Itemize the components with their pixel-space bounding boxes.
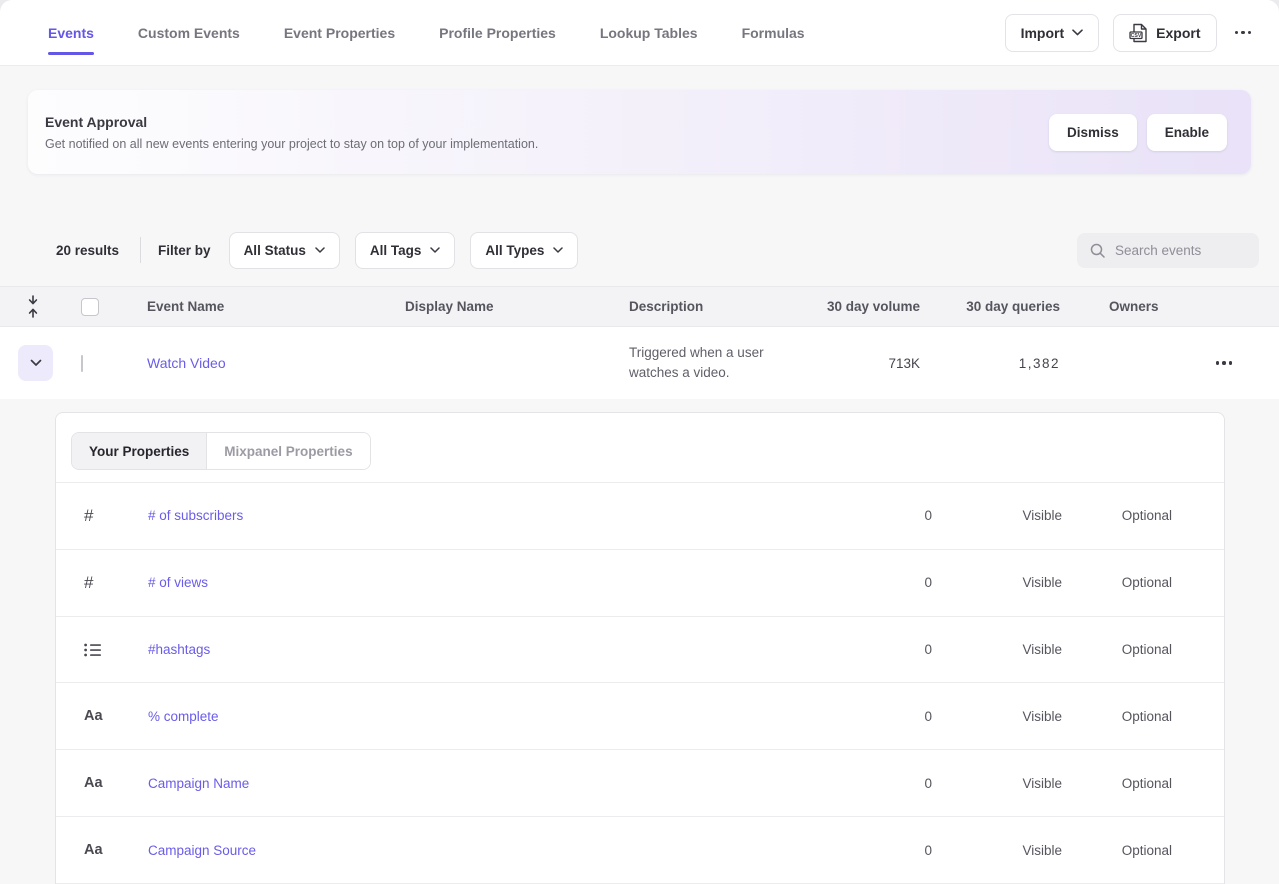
property-value: 0 <box>812 776 932 791</box>
enable-button[interactable]: Enable <box>1147 114 1227 151</box>
row-more-options-icon[interactable] <box>1212 357 1237 369</box>
export-button-label: Export <box>1156 25 1200 41</box>
select-all-checkbox[interactable] <box>81 298 99 316</box>
property-value: 0 <box>812 642 932 657</box>
property-row: Aa Campaign Source 0 Visible Optional <box>56 817 1224 884</box>
tags-filter-dropdown[interactable]: All Tags <box>355 232 456 269</box>
property-row: #hashtags 0 Visible Optional <box>56 617 1224 684</box>
property-name-link[interactable]: # of views <box>148 575 208 590</box>
chevron-down-icon <box>315 247 325 253</box>
properties-tabs-area: Your Properties Mixpanel Properties <box>56 413 1224 483</box>
status-filter-dropdown[interactable]: All Status <box>229 232 340 269</box>
search-events-box[interactable] <box>1077 233 1259 268</box>
topbar-actions: Import CSV Export <box>1005 14 1255 52</box>
tab-custom-events[interactable]: Custom Events <box>138 0 240 66</box>
property-requirement: Optional <box>1062 709 1172 724</box>
status-filter-value: All Status <box>244 243 306 258</box>
filter-toolbar: 20 results Filter by All Status All Tags… <box>56 231 1259 269</box>
chevron-down-icon <box>553 247 563 253</box>
event-name-link[interactable]: Watch Video <box>147 355 226 371</box>
divider <box>140 237 141 263</box>
import-button[interactable]: Import <box>1005 14 1100 52</box>
event-approval-banner: Event Approval Get notified on all new e… <box>28 90 1251 174</box>
column-header-event-name: Event Name <box>147 299 405 314</box>
property-visibility: Visible <box>932 776 1062 791</box>
csv-file-icon: CSV <box>1129 23 1148 43</box>
column-header-description: Description <box>629 299 821 314</box>
types-filter-value: All Types <box>485 243 544 258</box>
event-volume: 713K <box>821 356 920 371</box>
tab-your-properties[interactable]: Your Properties <box>72 433 207 469</box>
property-value: 0 <box>812 843 932 858</box>
results-count: 20 results <box>56 243 119 258</box>
chevron-down-icon <box>430 247 440 253</box>
row-checkbox[interactable] <box>81 355 83 372</box>
text-type-icon: Aa <box>84 708 148 724</box>
property-row: # # of views 0 Visible Optional <box>56 550 1224 617</box>
banner-title: Event Approval <box>45 114 1049 130</box>
property-name-link[interactable]: Campaign Name <box>148 776 249 791</box>
top-navigation-bar: Events Custom Events Event Properties Pr… <box>0 0 1279 66</box>
column-header-display-name: Display Name <box>405 299 629 314</box>
property-requirement: Optional <box>1062 575 1172 590</box>
tab-mixpanel-properties[interactable]: Mixpanel Properties <box>207 433 369 469</box>
property-visibility: Visible <box>932 843 1062 858</box>
properties-segmented-control: Your Properties Mixpanel Properties <box>71 432 371 470</box>
banner-text: Event Approval Get notified on all new e… <box>45 114 1049 151</box>
events-table-header: Event Name Display Name Description 30 d… <box>0 286 1279 327</box>
event-queries: 1,382 <box>920 356 1060 371</box>
svg-text:CSV: CSV <box>1131 33 1142 39</box>
number-type-icon: # <box>84 573 148 593</box>
property-name-link[interactable]: Campaign Source <box>148 843 256 858</box>
property-value: 0 <box>812 709 932 724</box>
property-visibility: Visible <box>932 575 1062 590</box>
property-name-link[interactable]: # of subscribers <box>148 508 243 523</box>
collapse-row-button[interactable] <box>18 345 53 381</box>
text-type-icon: Aa <box>84 842 148 858</box>
dismiss-button[interactable]: Dismiss <box>1049 114 1137 151</box>
tab-profile-properties[interactable]: Profile Properties <box>439 0 556 66</box>
chevron-down-icon <box>1072 29 1083 36</box>
event-row-watch-video: Watch Video Triggered when a user watche… <box>0 327 1279 399</box>
property-requirement: Optional <box>1062 776 1172 791</box>
property-row: Aa % complete 0 Visible Optional <box>56 683 1224 750</box>
tab-formulas[interactable]: Formulas <box>742 0 805 66</box>
list-type-icon <box>84 643 148 657</box>
property-visibility: Visible <box>932 642 1062 657</box>
event-properties-panel: Your Properties Mixpanel Properties # # … <box>55 412 1225 884</box>
tab-event-properties[interactable]: Event Properties <box>284 0 395 66</box>
column-header-volume: 30 day volume <box>821 299 920 314</box>
filter-by-label: Filter by <box>158 243 211 258</box>
tab-lookup-tables[interactable]: Lookup Tables <box>600 0 698 66</box>
property-row: Aa Campaign Name 0 Visible Optional <box>56 750 1224 817</box>
property-requirement: Optional <box>1062 642 1172 657</box>
column-header-owners: Owners <box>1060 299 1180 314</box>
collapse-all-icon[interactable] <box>0 295 66 318</box>
property-visibility: Visible <box>932 709 1062 724</box>
types-filter-dropdown[interactable]: All Types <box>470 232 578 269</box>
banner-description: Get notified on all new events entering … <box>45 137 1049 151</box>
number-type-icon: # <box>84 506 148 526</box>
search-input[interactable] <box>1115 243 1247 258</box>
property-value: 0 <box>812 508 932 523</box>
property-name-link[interactable]: % complete <box>148 709 219 724</box>
tab-events[interactable]: Events <box>48 0 94 66</box>
property-name-link[interactable]: #hashtags <box>148 642 210 657</box>
event-description: Triggered when a user watches a video. <box>629 343 821 383</box>
text-type-icon: Aa <box>84 775 148 791</box>
tags-filter-value: All Tags <box>370 243 422 258</box>
search-icon <box>1089 242 1106 259</box>
nav-tabs: Events Custom Events Event Properties Pr… <box>48 0 1005 66</box>
banner-actions: Dismiss Enable <box>1049 114 1227 151</box>
property-visibility: Visible <box>932 508 1062 523</box>
column-header-queries: 30 day queries <box>920 299 1060 314</box>
export-button[interactable]: CSV Export <box>1113 14 1216 52</box>
import-button-label: Import <box>1021 25 1065 41</box>
lexicon-page: Events Custom Events Event Properties Pr… <box>0 0 1279 884</box>
property-row: # # of subscribers 0 Visible Optional <box>56 483 1224 550</box>
more-options-icon[interactable] <box>1231 27 1256 39</box>
property-requirement: Optional <box>1062 843 1172 858</box>
property-value: 0 <box>812 575 932 590</box>
property-requirement: Optional <box>1062 508 1172 523</box>
